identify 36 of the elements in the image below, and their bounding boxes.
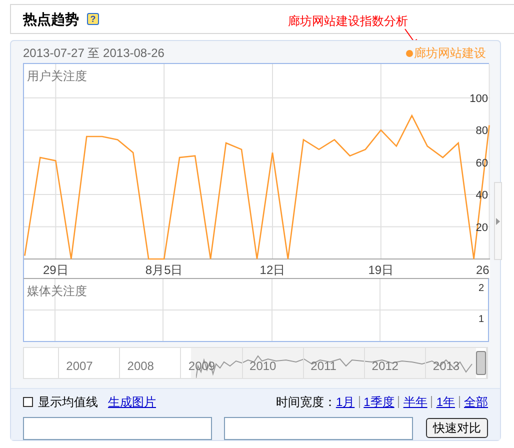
generate-image-link[interactable]: 生成图片	[108, 393, 156, 411]
legend-label: 廊坊网站建设	[414, 45, 486, 62]
axis-label: 2	[478, 282, 484, 296]
axis-label: 80	[476, 125, 488, 138]
axis-label: 100	[470, 92, 488, 105]
chart-title: 媒体关注度	[27, 283, 87, 300]
year-label: 2011	[310, 359, 336, 373]
year-label: 2008	[127, 359, 154, 373]
compare-button[interactable]: 快速对比	[426, 418, 488, 438]
chart-title: 用户关注度	[27, 68, 87, 85]
year-label: 2010	[250, 359, 276, 373]
collapse-tab[interactable]	[494, 182, 502, 260]
axis-label: 12日	[260, 263, 286, 277]
input-field[interactable]	[23, 417, 212, 440]
annotation-text: 廊坊网站建设指数分析	[288, 13, 408, 30]
input-field[interactable]	[224, 417, 413, 440]
help-icon[interactable]: ?	[87, 13, 99, 25]
axis-label: 8月5日	[145, 263, 183, 277]
time-width-label: 时间宽度：	[276, 394, 336, 411]
range-link[interactable]: 1月	[336, 393, 355, 411]
caret-icon	[496, 218, 500, 224]
checkbox[interactable]	[23, 397, 33, 407]
year-label: 2012	[372, 359, 398, 373]
axis-label: 26	[476, 263, 490, 277]
range-link[interactable]: 半年	[403, 393, 428, 411]
section-title: 热点趋势	[23, 10, 79, 29]
date-range: 2013-07-27 至 2013-08-26	[23, 45, 164, 62]
year-label: 2007	[66, 359, 93, 373]
range-link[interactable]: 1季度	[364, 393, 394, 411]
range-link[interactable]: 1年	[436, 393, 455, 411]
checkbox-label: 显示均值线	[38, 394, 98, 411]
range-link[interactable]: 全部	[464, 393, 488, 411]
axis-label: 29日	[43, 263, 68, 277]
axis-label: 1	[478, 313, 484, 327]
axis-label: 19日	[368, 263, 394, 277]
slider-handle[interactable]	[476, 351, 486, 375]
